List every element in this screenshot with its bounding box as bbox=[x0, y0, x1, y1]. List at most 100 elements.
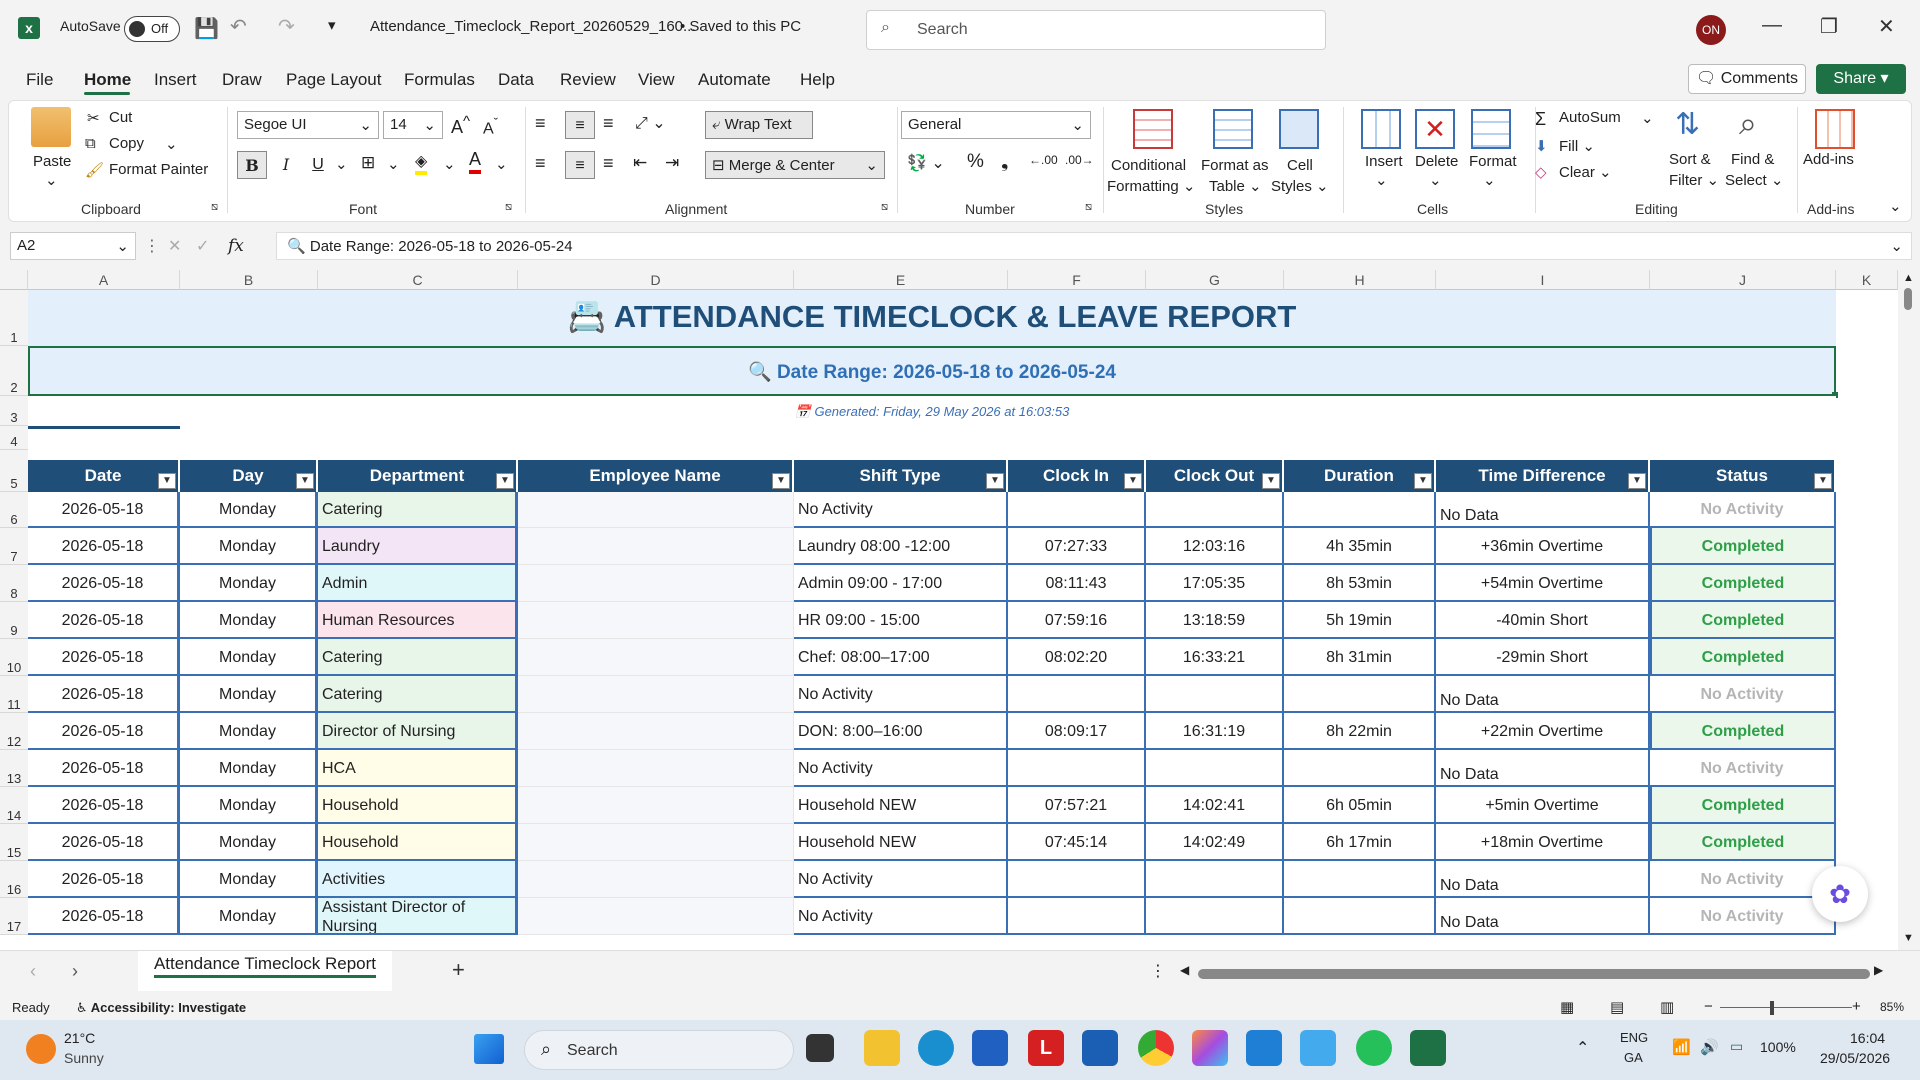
table-cell-diff[interactable]: No Data bbox=[1436, 676, 1650, 713]
borders-dropdown-icon[interactable]: ⌄ bbox=[387, 155, 400, 173]
column-header-h[interactable]: H bbox=[1284, 270, 1436, 290]
table-header-cell[interactable]: Department ▼ bbox=[318, 460, 518, 492]
table-cell-out[interactable] bbox=[1146, 861, 1284, 898]
menu-data[interactable]: Data bbox=[498, 70, 534, 90]
prev-sheet-icon[interactable]: ‹ bbox=[30, 961, 36, 982]
table-cell-dept[interactable]: Assistant Director of Nursing bbox=[318, 898, 518, 935]
filter-dropdown-icon[interactable]: ▼ bbox=[158, 473, 176, 489]
menu-insert[interactable]: Insert bbox=[154, 70, 197, 90]
row-header[interactable]: 12 bbox=[0, 713, 28, 750]
format-painter-icon[interactable]: 🖌 bbox=[85, 161, 104, 179]
table-cell-dur[interactable]: 8h 53min bbox=[1284, 565, 1436, 602]
copy-dropdown-icon[interactable]: ⌄ bbox=[165, 135, 178, 153]
table-cell-dur[interactable]: 5h 19min bbox=[1284, 602, 1436, 639]
select-all-corner[interactable] bbox=[0, 270, 28, 290]
table-cell-employee[interactable] bbox=[518, 565, 794, 602]
row-header[interactable]: 10 bbox=[0, 639, 28, 676]
generated-cell[interactable]: 📅 Generated: Friday, 29 May 2026 at 16:0… bbox=[28, 396, 1836, 428]
table-cell-dur[interactable] bbox=[1284, 861, 1436, 898]
autosum-icon[interactable]: Σ bbox=[1535, 109, 1546, 130]
insert-dropdown-icon[interactable]: ⌄ bbox=[1375, 171, 1388, 189]
table-cell-status[interactable]: No Activity bbox=[1650, 861, 1836, 898]
store-icon[interactable] bbox=[972, 1030, 1008, 1066]
table-header-cell[interactable]: Date ▼ bbox=[28, 460, 180, 492]
table-cell-day[interactable]: Monday bbox=[180, 713, 318, 750]
table-cell-day[interactable]: Monday bbox=[180, 639, 318, 676]
underline-dropdown-icon[interactable]: ⌄ bbox=[335, 155, 348, 173]
table-cell-dur[interactable]: 4h 35min bbox=[1284, 528, 1436, 565]
lang-secondary[interactable]: GA bbox=[1624, 1050, 1643, 1065]
table-cell-shift[interactable]: No Activity bbox=[794, 492, 1008, 528]
table-cell-date[interactable]: 2026-05-18 bbox=[28, 713, 180, 750]
menu-help[interactable]: Help bbox=[800, 70, 835, 90]
format-cells-icon[interactable] bbox=[1471, 109, 1511, 149]
next-sheet-icon[interactable]: › bbox=[72, 961, 78, 982]
table-cell-out[interactable]: 16:31:19 bbox=[1146, 713, 1284, 750]
alignment-launcher-icon[interactable]: ⧅ bbox=[881, 201, 888, 214]
underline-button[interactable]: U bbox=[303, 151, 333, 179]
vscode-icon[interactable] bbox=[1246, 1030, 1282, 1066]
row-header[interactable]: 9 bbox=[0, 602, 28, 639]
insert-cells-button[interactable]: Insert bbox=[1365, 153, 1403, 170]
insert-function-icon[interactable]: fx bbox=[228, 236, 244, 256]
filter-dropdown-icon[interactable]: ▼ bbox=[1814, 473, 1832, 489]
table-cell-in[interactable]: 08:09:17 bbox=[1008, 713, 1146, 750]
table-cell-status[interactable]: Completed bbox=[1650, 639, 1836, 676]
align-middle-icon[interactable]: ≡ bbox=[565, 111, 595, 139]
table-cell-status[interactable]: No Activity bbox=[1650, 492, 1836, 528]
table-cell-dept[interactable]: Household bbox=[318, 824, 518, 861]
undo-icon[interactable]: ↶ bbox=[230, 14, 247, 39]
show-hidden-icons[interactable]: ⌃ bbox=[1576, 1038, 1589, 1058]
fill-color-icon[interactable]: ◈ bbox=[415, 151, 428, 175]
wifi-icon[interactable]: 📶 bbox=[1672, 1038, 1691, 1056]
table-cell-in[interactable]: 07:27:33 bbox=[1008, 528, 1146, 565]
table-cell-shift[interactable]: No Activity bbox=[794, 676, 1008, 713]
decrease-decimal-icon[interactable]: .00→ bbox=[1065, 153, 1094, 167]
row-header[interactable]: 6 bbox=[0, 492, 28, 528]
menu-draw[interactable]: Draw bbox=[222, 70, 262, 90]
table-cell-shift[interactable]: No Activity bbox=[794, 861, 1008, 898]
decrease-indent-icon[interactable]: ⇤ bbox=[633, 153, 647, 173]
table-cell-employee[interactable] bbox=[518, 824, 794, 861]
clipboard-launcher-icon[interactable]: ⧅ bbox=[211, 201, 218, 214]
align-center-icon[interactable]: ≡ bbox=[565, 151, 595, 179]
filter-dropdown-icon[interactable]: ▼ bbox=[1628, 473, 1646, 489]
table-cell-shift[interactable]: No Activity bbox=[794, 898, 1008, 935]
sort-filter-button-line2[interactable]: Filter ⌄ bbox=[1669, 171, 1719, 189]
cut-icon[interactable]: ✂ bbox=[87, 109, 100, 127]
outlook-icon[interactable] bbox=[1082, 1030, 1118, 1066]
filter-dropdown-icon[interactable]: ▼ bbox=[496, 473, 514, 489]
table-header-cell[interactable]: Day ▼ bbox=[180, 460, 318, 492]
worksheet-grid[interactable]: ABCDEFGHIJK 1 2 3 4 5 6 7 8 9 10 11 12 13 14 15 16 17 📇 … bbox=[0, 270, 1920, 950]
table-cell-status[interactable]: Completed bbox=[1650, 528, 1836, 565]
table-cell-day[interactable]: Monday bbox=[180, 492, 318, 528]
date-range-cell[interactable]: 🔍 Date Range: 2026-05-18 to 2026-05-24 bbox=[28, 346, 1838, 398]
merge-center-button[interactable]: ⊟ Merge & Center ⌄ bbox=[705, 151, 885, 179]
battery-icon[interactable]: ▭ bbox=[1730, 1038, 1743, 1055]
minimize-icon[interactable]: — bbox=[1762, 14, 1782, 37]
lang-primary[interactable]: ENG bbox=[1620, 1030, 1648, 1045]
sheet-tab-active[interactable]: Attendance Timeclock Report bbox=[138, 951, 392, 991]
table-cell-dept[interactable]: HCA bbox=[318, 750, 518, 787]
accessibility-status[interactable]: ♿ Accessibility: Investigate bbox=[76, 1000, 246, 1016]
table-cell-day[interactable]: Monday bbox=[180, 750, 318, 787]
font-color-icon[interactable]: A bbox=[469, 149, 482, 174]
table-header-cell[interactable]: Shift Type ▼ bbox=[794, 460, 1008, 492]
table-cell-dur[interactable] bbox=[1284, 492, 1436, 528]
table-cell-employee[interactable] bbox=[518, 713, 794, 750]
align-top-icon[interactable]: ≡ bbox=[535, 113, 546, 134]
column-header-c[interactable]: C bbox=[318, 270, 518, 290]
font-color-dropdown-icon[interactable]: ⌄ bbox=[495, 155, 508, 173]
table-cell-diff[interactable]: -40min Short bbox=[1436, 602, 1650, 639]
table-cell-shift[interactable]: No Activity bbox=[794, 750, 1008, 787]
table-cell-in[interactable]: 07:45:14 bbox=[1008, 824, 1146, 861]
column-header-d[interactable]: D bbox=[518, 270, 794, 290]
row-header[interactable]: 3 bbox=[0, 396, 28, 426]
table-cell-dept[interactable]: Human Resources bbox=[318, 602, 518, 639]
table-cell-in[interactable] bbox=[1008, 492, 1146, 528]
table-header-cell[interactable]: Clock Out ▼ bbox=[1146, 460, 1284, 492]
table-cell-shift[interactable]: Laundry 08:00 -12:00 bbox=[794, 528, 1008, 565]
shrink-font-icon[interactable]: Aˇ bbox=[483, 115, 498, 138]
comma-style-icon[interactable]: ❟ bbox=[1001, 151, 1008, 173]
table-cell-employee[interactable] bbox=[518, 898, 794, 935]
